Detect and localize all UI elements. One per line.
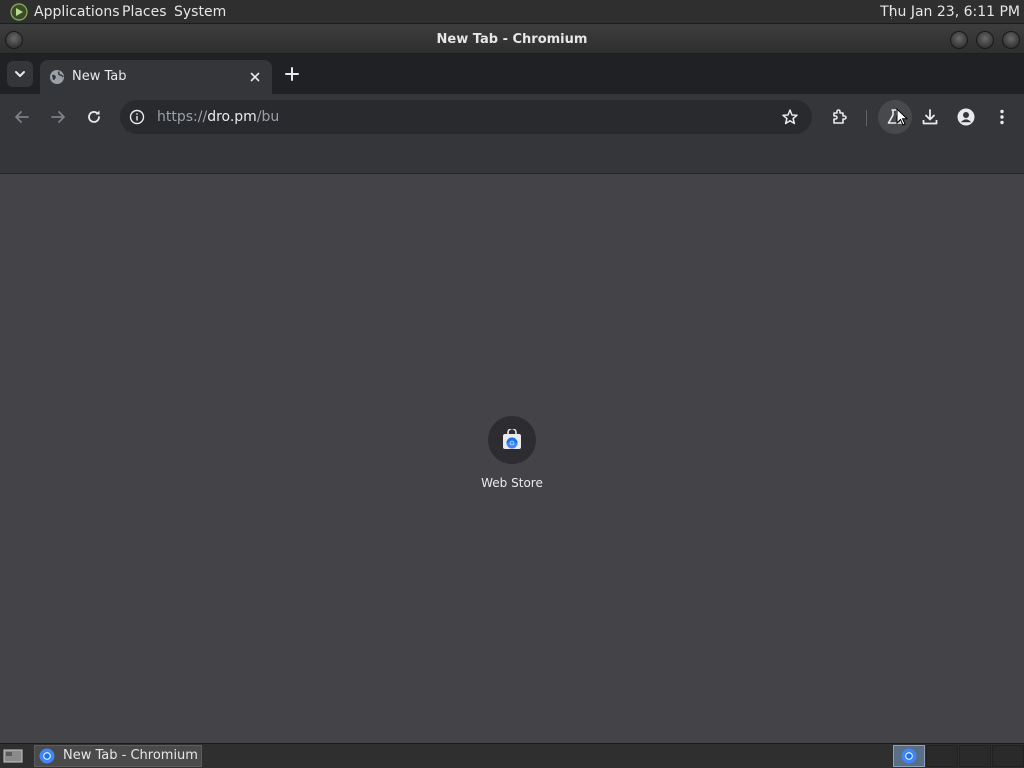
tab-title: New Tab: [72, 69, 127, 84]
taskbar-window-label: New Tab - Chromium: [63, 748, 198, 763]
mouse-cursor-icon: [896, 108, 908, 126]
workspace-4[interactable]: [992, 745, 1024, 767]
top-panel: Applications Places System Thu Jan 23, 6…: [0, 0, 1024, 24]
star-icon: [782, 109, 798, 125]
back-button[interactable]: [12, 107, 32, 127]
plus-icon: [285, 67, 299, 81]
chevron-down-icon: [15, 71, 25, 77]
tab-new-tab[interactable]: New Tab: [40, 60, 272, 94]
bookmark-star-button[interactable]: [780, 107, 800, 127]
close-tab-button[interactable]: [247, 69, 263, 85]
reload-button[interactable]: [84, 107, 104, 127]
desktop-icon: [3, 749, 23, 763]
window-title: New Tab - Chromium: [436, 32, 588, 47]
arrow-left-icon: [15, 111, 29, 123]
download-icon: [922, 109, 938, 125]
toolbar-separator: [866, 110, 867, 126]
info-icon[interactable]: [129, 109, 145, 125]
chromium-icon: [901, 748, 917, 764]
bookmark-bar: [0, 140, 1024, 174]
minimize-button[interactable]: [950, 31, 968, 49]
places-menu[interactable]: Places: [122, 0, 167, 24]
url-scheme: https://: [157, 109, 208, 125]
extensions-button[interactable]: [830, 107, 850, 127]
shortcut-tile-web-store[interactable]: Web Store: [472, 412, 552, 502]
close-icon: [250, 72, 260, 82]
kebab-menu-icon: [1000, 109, 1004, 125]
downloads-button[interactable]: [920, 107, 940, 127]
applications-menu[interactable]: Applications: [34, 0, 120, 24]
window-titlebar[interactable]: New Tab - Chromium: [0, 25, 1024, 54]
maximize-button[interactable]: [976, 31, 994, 49]
address-bar[interactable]: https://dro.pm/bu: [120, 100, 812, 134]
applications-menu-icon[interactable]: [10, 3, 28, 21]
tab-search-button[interactable]: [7, 61, 33, 87]
bottom-taskbar: New Tab - Chromium: [0, 743, 1024, 768]
shortcut-icon-circle: [488, 416, 536, 464]
url-host: dro.pm: [207, 109, 257, 125]
shortcut-label: Web Store: [481, 476, 543, 490]
close-window-button[interactable]: [1002, 31, 1020, 49]
browser-menu-button[interactable]: [992, 107, 1012, 127]
profile-button[interactable]: [956, 107, 976, 127]
system-menu[interactable]: System: [174, 0, 226, 24]
taskbar-window-button[interactable]: New Tab - Chromium: [34, 745, 202, 767]
globe-icon: [49, 69, 65, 85]
browser-toolbar: https://dro.pm/bu: [0, 94, 1024, 140]
tab-strip: New Tab: [0, 54, 1024, 94]
new-tab-button[interactable]: [282, 64, 302, 84]
forward-button[interactable]: [48, 107, 68, 127]
url-path: /bu: [256, 109, 280, 125]
workspace-2[interactable]: [926, 745, 958, 767]
url-text[interactable]: https://dro.pm/bu: [157, 100, 279, 134]
arrow-right-icon: [51, 111, 65, 123]
workspace-1[interactable]: [893, 745, 925, 767]
show-desktop-button[interactable]: [3, 748, 23, 764]
puzzle-icon: [833, 109, 847, 124]
new-tab-page: Web Store: [0, 174, 1024, 743]
person-icon: [957, 108, 975, 126]
clock[interactable]: Thu Jan 23, 6:11 PM: [880, 0, 1020, 24]
workspace-3[interactable]: [959, 745, 991, 767]
reload-icon: [88, 110, 100, 123]
chromium-icon: [39, 748, 55, 764]
webstore-icon: [503, 429, 521, 449]
